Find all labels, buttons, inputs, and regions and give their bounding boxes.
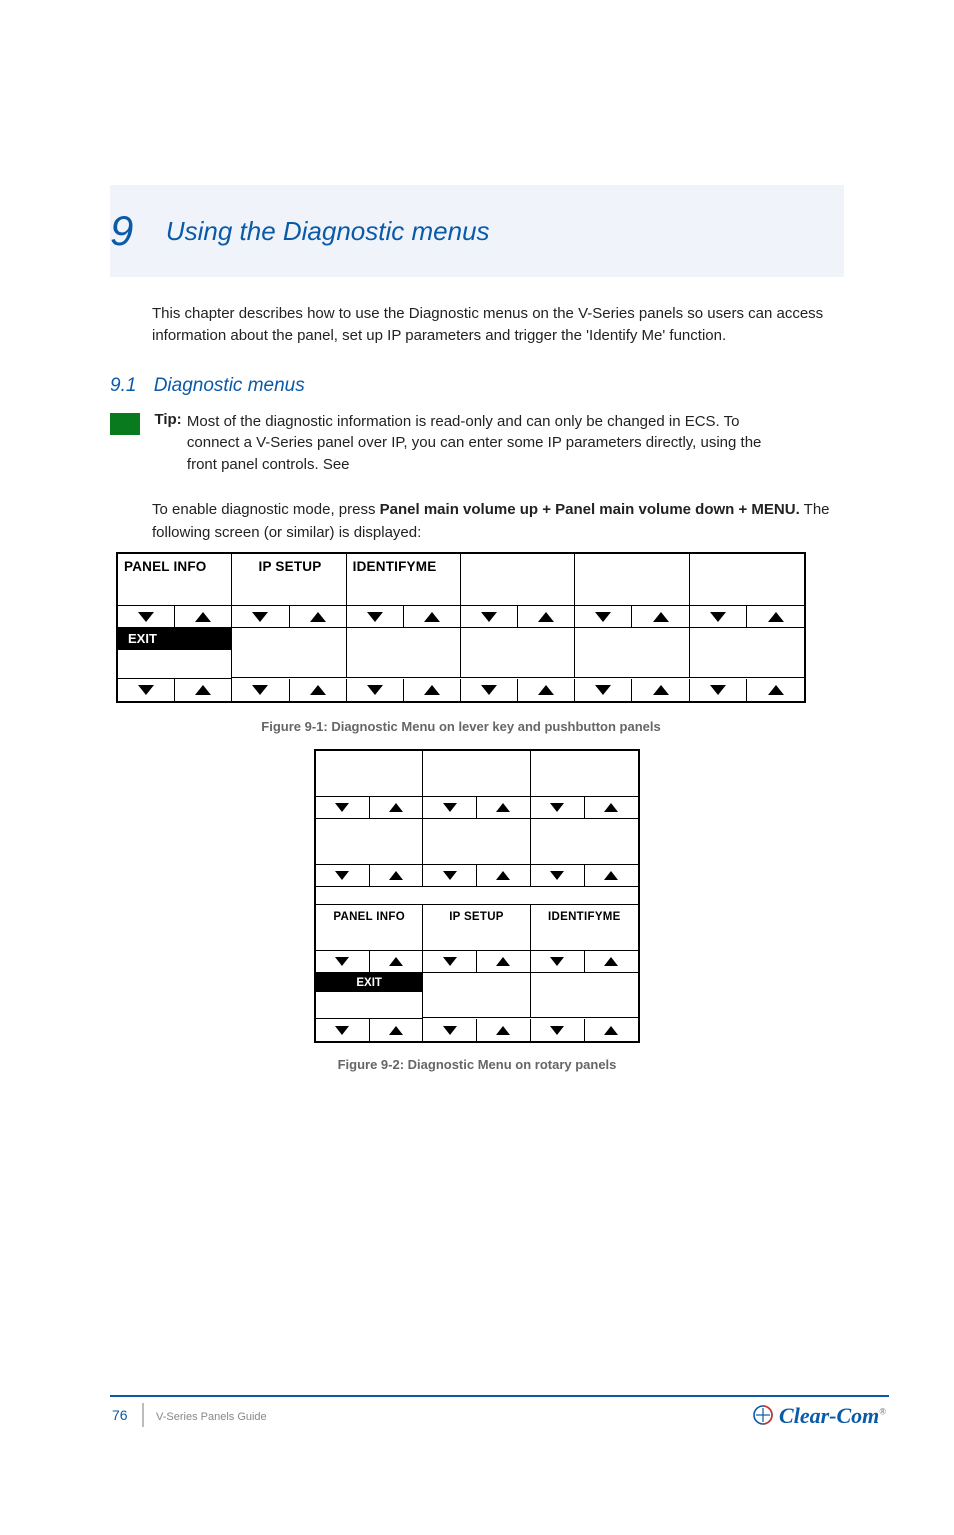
footer-separator — [142, 1403, 144, 1427]
menu-ip-setup[interactable]: IP SETUP — [423, 905, 529, 923]
figure-9-2-panel: PANEL INFO IP SETUP IDENTIFYME EXIT — [314, 749, 640, 1043]
figure-9-2-caption: Figure 9-2: Diagnostic Menu on rotary pa… — [314, 1055, 640, 1075]
down-button[interactable] — [316, 951, 370, 972]
down-button[interactable] — [316, 797, 370, 818]
down-button[interactable] — [461, 679, 518, 701]
down-button[interactable] — [575, 606, 632, 627]
down-button[interactable] — [316, 1019, 370, 1041]
menu-identifyme[interactable]: IDENTIFYME — [531, 905, 638, 923]
up-button[interactable] — [290, 606, 346, 627]
up-button[interactable] — [477, 797, 530, 818]
tip-icon — [110, 413, 140, 435]
page-number: 76 — [112, 1407, 128, 1423]
down-button[interactable] — [423, 797, 477, 818]
up-button[interactable] — [370, 951, 423, 972]
menu-panel-info[interactable]: PANEL INFO — [118, 554, 231, 574]
enable-diag-paragraph: To enable diagnostic mode, press Panel m… — [152, 498, 844, 545]
down-button[interactable] — [423, 1019, 477, 1041]
up-button[interactable] — [747, 606, 804, 627]
down-button[interactable] — [575, 679, 632, 701]
section-number: 9.1 — [110, 375, 136, 396]
menu-exit[interactable]: EXIT — [118, 628, 231, 650]
section-title: Diagnostic menus — [154, 375, 305, 396]
footer-rule — [110, 1395, 889, 1397]
down-button[interactable] — [232, 606, 289, 627]
tip-text: Most of the diagnostic information is re… — [187, 411, 787, 476]
down-button[interactable] — [347, 679, 404, 701]
chapter-title: Using the Diagnostic menus — [166, 216, 490, 247]
tip-label: Tip: — [154, 411, 182, 428]
up-button[interactable] — [370, 1019, 423, 1041]
up-button[interactable] — [370, 865, 423, 886]
up-button[interactable] — [404, 606, 460, 627]
down-button[interactable] — [531, 797, 585, 818]
down-button[interactable] — [118, 679, 175, 701]
up-button[interactable] — [585, 951, 638, 972]
down-button[interactable] — [347, 606, 404, 627]
down-button[interactable] — [232, 679, 289, 701]
up-button[interactable] — [290, 679, 346, 701]
up-button[interactable] — [585, 865, 638, 886]
up-button[interactable] — [477, 951, 530, 972]
up-button[interactable] — [175, 679, 231, 701]
up-button[interactable] — [404, 679, 460, 701]
chapter-number: 9 — [110, 207, 133, 255]
up-button[interactable] — [632, 679, 688, 701]
down-button[interactable] — [531, 865, 585, 886]
up-button[interactable] — [518, 679, 574, 701]
down-button[interactable] — [461, 606, 518, 627]
down-button[interactable] — [531, 951, 585, 972]
up-button[interactable] — [477, 1019, 530, 1041]
up-button[interactable] — [585, 1019, 638, 1041]
down-button[interactable] — [423, 865, 477, 886]
menu-ip-setup[interactable]: IP SETUP — [232, 554, 345, 574]
up-button[interactable] — [370, 797, 423, 818]
menu-identifyme[interactable]: IDENTIFYME — [347, 554, 460, 574]
clearcom-logo: Clear-Com® — [753, 1403, 886, 1431]
down-button[interactable] — [531, 1019, 585, 1041]
menu-exit[interactable]: EXIT — [316, 973, 422, 992]
up-button[interactable] — [747, 679, 804, 701]
up-button[interactable] — [175, 606, 231, 627]
up-button[interactable] — [477, 865, 530, 886]
figure-9-1-panel: PANEL INFO IP SETUP IDENTIFYME EXIT — [116, 552, 806, 703]
down-button[interactable] — [690, 606, 748, 627]
up-button[interactable] — [585, 797, 638, 818]
down-button[interactable] — [316, 865, 370, 886]
down-button[interactable] — [423, 951, 477, 972]
down-button[interactable] — [118, 606, 175, 627]
up-button[interactable] — [632, 606, 688, 627]
footer-doc-title: V-Series Panels Guide — [156, 1411, 267, 1423]
down-button[interactable] — [690, 679, 748, 701]
menu-panel-info[interactable]: PANEL INFO — [316, 905, 422, 923]
up-button[interactable] — [518, 606, 574, 627]
figure-9-1-caption: Figure 9-1: Diagnostic Menu on lever key… — [116, 717, 806, 737]
intro-paragraph: This chapter describes how to use the Di… — [152, 303, 844, 347]
